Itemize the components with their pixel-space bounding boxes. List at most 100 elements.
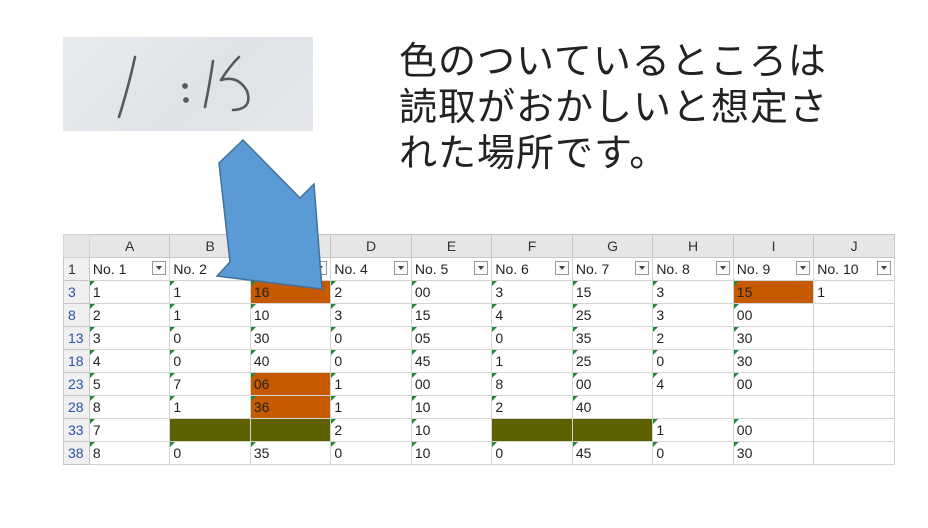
data-cell[interactable]: 2 [491, 395, 573, 419]
data-cell[interactable]: 10 [410, 418, 493, 442]
highlighted-cell[interactable]: 16 [249, 280, 332, 304]
row-number[interactable]: 1 [63, 257, 90, 281]
header-cell[interactable]: No. 1 [88, 257, 171, 281]
data-cell[interactable]: 1 [330, 395, 412, 419]
data-cell[interactable]: 30 [249, 326, 332, 350]
row-number[interactable]: 8 [63, 303, 90, 327]
data-cell[interactable]: 8 [88, 441, 171, 465]
data-cell[interactable]: 5 [88, 372, 171, 396]
highlighted-cell[interactable] [571, 418, 654, 442]
data-cell[interactable]: 25 [571, 303, 654, 327]
data-cell[interactable]: 00 [571, 372, 654, 396]
data-cell[interactable]: 10 [410, 395, 493, 419]
column-header[interactable]: J [813, 234, 895, 258]
data-cell[interactable]: 0 [330, 326, 412, 350]
row-number[interactable]: 33 [63, 418, 90, 442]
header-cell[interactable]: No. 9 [732, 257, 815, 281]
data-cell[interactable]: 1 [652, 418, 734, 442]
header-cell[interactable]: No. 5 [410, 257, 493, 281]
data-cell[interactable]: 4 [652, 372, 734, 396]
data-cell[interactable]: 3 [88, 326, 171, 350]
header-cell[interactable]: No. 10 [813, 257, 895, 281]
data-cell[interactable]: 3 [491, 280, 573, 304]
data-cell[interactable]: 0 [330, 441, 412, 465]
filter-dropdown-icon[interactable] [232, 261, 247, 275]
row-number[interactable]: 3 [63, 280, 90, 304]
column-header[interactable]: A [88, 234, 171, 258]
data-cell[interactable]: 1 [813, 280, 895, 304]
data-cell[interactable]: 35 [571, 326, 654, 350]
column-header[interactable]: G [571, 234, 654, 258]
data-cell[interactable]: 45 [410, 349, 493, 373]
data-cell[interactable]: 00 [410, 372, 493, 396]
highlighted-cell[interactable]: 36 [249, 395, 332, 419]
data-cell[interactable] [813, 441, 895, 465]
filter-dropdown-icon[interactable] [715, 261, 730, 275]
filter-dropdown-icon[interactable] [393, 261, 408, 275]
data-cell[interactable] [652, 395, 734, 419]
data-cell[interactable]: 30 [732, 326, 815, 350]
data-cell[interactable]: 15 [571, 280, 654, 304]
data-cell[interactable]: 8 [491, 372, 573, 396]
data-cell[interactable]: 35 [249, 441, 332, 465]
filter-dropdown-icon[interactable] [877, 261, 891, 275]
header-cell[interactable]: No. 8 [652, 257, 734, 281]
column-header[interactable]: B [169, 234, 251, 258]
data-cell[interactable]: 40 [571, 395, 654, 419]
data-cell[interactable]: 00 [410, 280, 493, 304]
data-cell[interactable]: 7 [169, 372, 251, 396]
column-header[interactable]: D [330, 234, 412, 258]
highlighted-cell[interactable] [491, 418, 573, 442]
highlighted-cell[interactable] [249, 418, 332, 442]
column-header[interactable]: E [410, 234, 493, 258]
data-cell[interactable]: 15 [410, 303, 493, 327]
data-cell[interactable]: 4 [88, 349, 171, 373]
filter-dropdown-icon[interactable] [474, 261, 489, 275]
column-header[interactable]: C [249, 234, 332, 258]
row-number[interactable]: 18 [63, 349, 90, 373]
data-cell[interactable]: 40 [249, 349, 332, 373]
data-cell[interactable] [732, 395, 815, 419]
data-cell[interactable]: 45 [571, 441, 654, 465]
header-cell[interactable]: No. 4 [330, 257, 412, 281]
data-cell[interactable]: 1 [169, 280, 251, 304]
header-cell[interactable]: No. 7 [571, 257, 654, 281]
data-cell[interactable]: 7 [88, 418, 171, 442]
column-header[interactable]: F [491, 234, 573, 258]
data-cell[interactable]: 00 [732, 418, 815, 442]
data-cell[interactable]: 30 [732, 441, 815, 465]
data-cell[interactable]: 00 [732, 303, 815, 327]
data-cell[interactable]: 2 [330, 280, 412, 304]
data-cell[interactable]: 0 [491, 326, 573, 350]
data-cell[interactable]: 00 [732, 372, 815, 396]
data-cell[interactable]: 0 [652, 441, 734, 465]
data-cell[interactable]: 1 [330, 372, 412, 396]
data-cell[interactable]: 0 [169, 441, 251, 465]
data-cell[interactable]: 0 [330, 349, 412, 373]
data-cell[interactable]: 3 [652, 280, 734, 304]
data-cell[interactable]: 30 [732, 349, 815, 373]
data-cell[interactable] [813, 418, 895, 442]
data-cell[interactable]: 1 [169, 303, 251, 327]
data-cell[interactable]: 3 [330, 303, 412, 327]
row-number[interactable]: 13 [63, 326, 90, 350]
data-cell[interactable]: 25 [571, 349, 654, 373]
filter-dropdown-icon[interactable] [152, 261, 167, 275]
data-cell[interactable]: 0 [169, 326, 251, 350]
row-number[interactable]: 38 [63, 441, 90, 465]
column-header[interactable]: I [732, 234, 815, 258]
header-cell[interactable]: No. 2 [169, 257, 251, 281]
data-cell[interactable]: 2 [330, 418, 412, 442]
filter-dropdown-icon[interactable] [796, 261, 811, 275]
data-cell[interactable]: 1 [491, 349, 573, 373]
filter-dropdown-icon[interactable] [313, 261, 328, 275]
data-cell[interactable]: 1 [88, 280, 171, 304]
data-cell[interactable] [813, 326, 895, 350]
data-cell[interactable] [813, 372, 895, 396]
data-cell[interactable]: 10 [410, 441, 493, 465]
data-cell[interactable]: 0 [491, 441, 573, 465]
highlighted-cell[interactable]: 06 [249, 372, 332, 396]
data-cell[interactable]: 2 [652, 326, 734, 350]
filter-dropdown-icon[interactable] [554, 261, 569, 275]
data-cell[interactable]: 4 [491, 303, 573, 327]
